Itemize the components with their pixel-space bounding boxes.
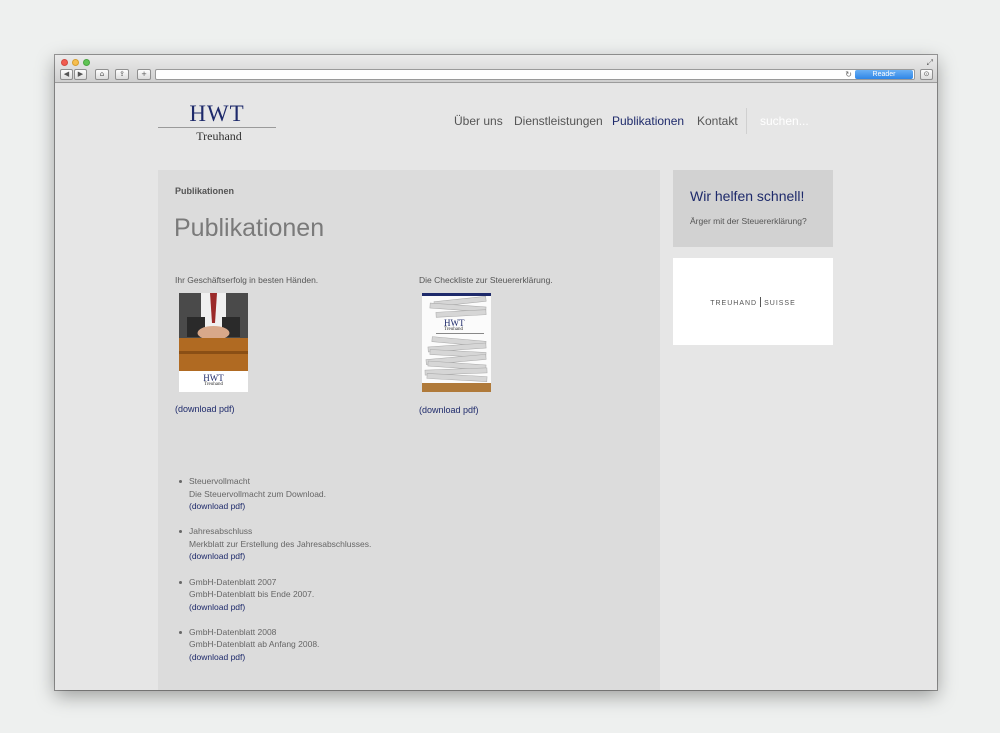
document-title: Steuervollmacht (189, 476, 250, 486)
close-window-button[interactable] (61, 59, 68, 66)
nav-item-ueber-uns[interactable]: Über uns (454, 114, 503, 128)
partner-logo-left: TREUHAND (710, 300, 758, 307)
reader-button[interactable]: Reader (855, 70, 913, 79)
download-pdf-link[interactable]: (download pdf) (189, 601, 578, 614)
download-pdf-link[interactable]: (download pdf) (189, 651, 578, 664)
brochure-cover-subtitle: Treuhand (204, 382, 223, 387)
share-button[interactable]: ⇪ (115, 69, 129, 80)
browser-window: ⤢ ◀ ▶ ⌂ ⇪ + ↻ Reader ⊙ HWT Treuhand Über… (55, 55, 937, 690)
document-title: GmbH-Datenblatt 2007 (189, 576, 277, 587)
logo-text: HWT (189, 101, 245, 126)
logo-divider (158, 127, 276, 128)
publication-caption: Die Checkliste zur Steuererklärung. (419, 275, 553, 285)
document-title: Jahresabschluss (189, 526, 253, 537)
document-description: GmbH-Datenblatt bis Ende 2007. (189, 589, 315, 600)
forward-button[interactable]: ▶ (74, 69, 87, 80)
checklist-cover-image[interactable]: HWT Treuhand (422, 293, 491, 392)
list-item: GmbH-Datenblatt 2007 GmbH-Datenblatt bis… (178, 576, 578, 614)
page-title: Publikationen (174, 214, 325, 242)
nav-item-dienstleistungen[interactable]: Dienstleistungen (514, 114, 603, 128)
document-description: GmbH-Datenblatt ab Anfang 2008. (189, 639, 320, 650)
nav-divider (746, 108, 747, 134)
download-pdf-link[interactable]: (download pdf) (175, 404, 235, 414)
publication-caption: Ihr Geschäftserfolg in besten Händen. (175, 275, 319, 285)
document-description: Die Steuervollmacht zum Download. (189, 488, 327, 499)
list-item: GmbH-Datenblatt 2008 GmbH-Datenblatt ab … (178, 626, 578, 664)
partner-logo-right: SUISSE (764, 300, 796, 307)
home-button[interactable]: ⌂ (95, 69, 109, 80)
brochure-cover-image[interactable]: HWT Treuhand (179, 293, 248, 392)
downloads-button[interactable]: ⊙ (920, 69, 933, 80)
document-description: Merkblatt zur Erstellung des Jahresabsch… (189, 538, 372, 549)
help-text: Ärger mit der Steuererklärung? (690, 216, 807, 226)
nav-item-publikationen[interactable]: Publikationen (612, 114, 684, 128)
help-box[interactable]: Wir helfen schnell! Ärger mit der Steuer… (673, 170, 833, 247)
logo-subtitle: Treuhand (196, 129, 242, 143)
fullscreen-icon[interactable]: ⤢ (927, 58, 933, 68)
document-title: GmbH-Datenblatt 2008 (189, 626, 277, 637)
site-logo[interactable]: HWT Treuhand (158, 101, 276, 144)
treuhand-suisse-banner[interactable]: TREUHAND SUISSE (673, 258, 833, 345)
document-list: Steuervollmacht Die Steuervollmacht zum … (178, 475, 578, 676)
help-heading: Wir helfen schnell! (690, 188, 805, 204)
checklist-cover-subtitle: Treuhand (444, 327, 463, 332)
web-page: HWT Treuhand Über uns Dienstleistungen P… (55, 84, 937, 690)
zoom-window-button[interactable] (83, 59, 90, 66)
minimize-window-button[interactable] (72, 59, 79, 66)
search-input[interactable] (760, 113, 820, 129)
download-pdf-link[interactable]: (download pdf) (419, 405, 479, 415)
partner-logo-divider (760, 297, 762, 307)
partner-logo: TREUHAND SUISSE (673, 297, 833, 307)
breadcrumb: Publikationen (175, 186, 235, 196)
list-item: Jahresabschluss Merkblatt zur Erstellung… (178, 525, 578, 563)
checklist-cover-art (422, 293, 491, 392)
download-pdf-link[interactable]: (download pdf) (189, 550, 578, 563)
new-tab-button[interactable]: + (137, 69, 151, 80)
nav-item-kontakt[interactable]: Kontakt (697, 114, 738, 128)
browser-toolbar: ⤢ ◀ ▶ ⌂ ⇪ + ↻ Reader ⊙ (55, 55, 937, 83)
reload-icon[interactable]: ↻ (845, 70, 852, 80)
download-pdf-link[interactable]: (download pdf) (189, 500, 578, 513)
window-controls (61, 59, 90, 66)
back-button[interactable]: ◀ (60, 69, 73, 80)
content-area: Publikationen Publikationen Ihr Geschäft… (158, 170, 660, 690)
address-bar[interactable]: ↻ Reader (155, 69, 915, 80)
list-item: Steuervollmacht Die Steuervollmacht zum … (178, 475, 578, 513)
